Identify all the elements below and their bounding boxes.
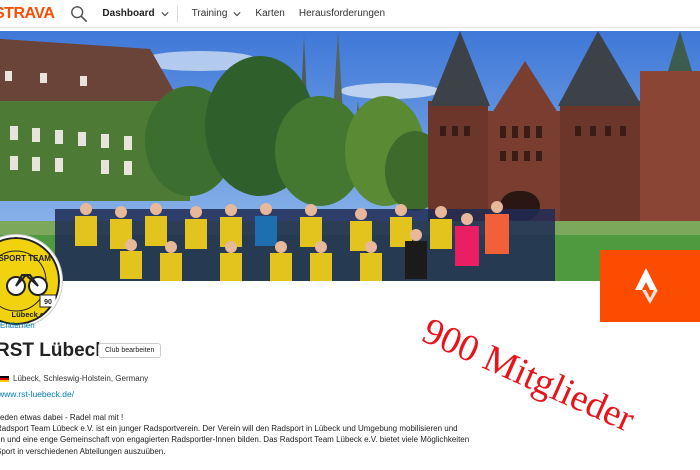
chevron-down-icon <box>233 11 242 16</box>
strava-logo-icon <box>635 268 658 304</box>
club-website-link[interactable]: www.rst-luebeck.de/ <box>0 389 74 399</box>
nav-dashboard-label: Dashboard <box>102 8 155 19</box>
nav-karten[interactable]: Karten <box>255 8 284 19</box>
club-cover-photo <box>0 31 700 281</box>
search-icon[interactable] <box>70 5 88 23</box>
nav-dashboard[interactable]: Dashboard <box>102 8 169 19</box>
cyclist-group <box>55 201 555 281</box>
club-logo-icon: RADSPORT TEAM Lübeck e.V. 90 <box>0 237 60 325</box>
top-navigation: STRAVA Dashboard Training Karten Herausf… <box>0 0 700 28</box>
nav-divider <box>176 5 178 22</box>
description-line: en und eine enge Gemeinschaft von engagi… <box>0 435 470 445</box>
nav-training[interactable]: Training <box>192 8 242 19</box>
club-name: RST Lübeck <box>0 340 106 361</box>
club-location: Lübeck, Schleswig-Holstein, Germany <box>0 374 148 383</box>
germany-flag-icon <box>0 375 9 382</box>
avatar-top-text: RADSPORT TEAM <box>0 254 51 263</box>
description-line: Radsport Team Lübeck e.V. ist ein junger… <box>0 424 458 434</box>
cover-photo-illustration <box>0 31 700 281</box>
club-location-text: Lübeck, Schleswig-Holstein, Germany <box>13 374 149 383</box>
nav-herausforderungen[interactable]: Herausforderungen <box>299 8 385 19</box>
nav-training-label: Training <box>191 8 228 19</box>
avatar-number-text: 90 <box>44 299 52 306</box>
nav-karten-label: Karten <box>255 8 285 19</box>
strava-logo-tile <box>600 250 700 322</box>
strava-logo[interactable]: STRAVA <box>0 5 55 23</box>
description-line: Sport in verschiedenen Abteilungen auszu… <box>0 446 166 456</box>
description-line: Jeden etwas dabei - Radel mal mit ! <box>0 413 124 422</box>
club-description: Jeden etwas dabei - Radel mal mit ! Rads… <box>0 412 516 457</box>
chevron-down-icon <box>161 11 169 16</box>
nav-herausforderungen-label: Herausforderungen <box>298 8 386 19</box>
edit-club-button[interactable]: Club bearbeiten <box>98 343 162 358</box>
remove-avatar-link[interactable]: Entfernen <box>0 321 35 330</box>
avatar-bottom-text: Lübeck e.V. <box>12 310 53 319</box>
